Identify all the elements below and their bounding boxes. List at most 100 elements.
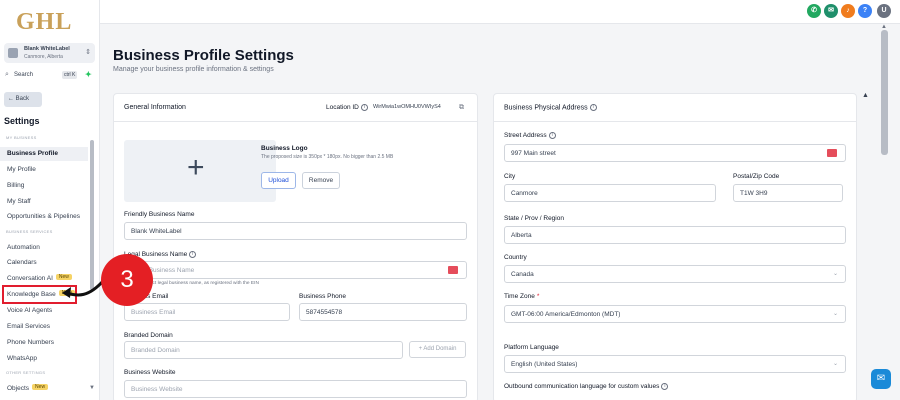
collapse-up-icon[interactable]: ▲ (862, 92, 869, 99)
info-icon[interactable]: i (589, 104, 597, 111)
business-phone-input[interactable]: 5874554578 (299, 303, 467, 321)
account-switcher[interactable]: Blank WhiteLabel Canmore, Alberta ⇕ (4, 43, 95, 63)
chevron-down-icon: ⌄ (832, 271, 838, 277)
sidebar-item-voice-ai-agents[interactable]: Voice AI Agents (0, 304, 88, 318)
card-header: General Information Location ID i WirMwia… (114, 94, 477, 122)
megaphone-icon[interactable]: ✉ (824, 4, 838, 18)
time-zone-label-text: Time Zone (504, 293, 535, 300)
main-scrollbar[interactable] (881, 30, 888, 155)
sidebar-item-label: Business Profile (7, 150, 58, 157)
country-select[interactable]: Canada ⌄ (504, 265, 846, 283)
time-zone-select[interactable]: GMT-06:00 America/Edmonton (MDT) ⌄ (504, 305, 846, 323)
section-label-services: BUSINESS SERVICES (6, 229, 53, 234)
business-email-input[interactable]: Business Email (124, 303, 290, 321)
sidebar-item-my-profile[interactable]: My Profile (0, 163, 88, 177)
general-info-title: General Information (124, 104, 186, 111)
street-address-input[interactable]: 997 Main street (504, 144, 846, 162)
sidebar-item-my-staff[interactable]: My Staff (0, 195, 88, 209)
city-label: City (504, 173, 516, 180)
add-domain-button[interactable]: + Add Domain (409, 341, 466, 358)
logo-upload-area[interactable]: + (124, 140, 276, 202)
business-logo-description: The proposed size is 350px * 180px. No b… (261, 154, 394, 160)
general-info-card: General Information Location ID i WirMwia… (113, 93, 478, 400)
settings-heading: Settings (4, 116, 40, 126)
building-icon (8, 48, 18, 58)
sidebar-item-phone-numbers[interactable]: Phone Numbers (0, 336, 88, 350)
sidebar-item-whatsapp[interactable]: WhatsApp (0, 352, 88, 366)
account-name: Blank WhiteLabel (24, 46, 70, 52)
card-header: Business Physical Address i (494, 94, 856, 122)
bell-icon[interactable]: ♪ (841, 4, 855, 18)
required-marker: * (536, 293, 540, 300)
platform-language-value: English (United States) (511, 361, 578, 368)
sidebar-item-email-services[interactable]: Email Services (0, 320, 88, 334)
sidebar-item-business-profile[interactable]: Business Profile (0, 147, 88, 161)
info-icon[interactable]: i (189, 251, 197, 258)
upload-button[interactable]: Upload (261, 172, 296, 189)
sidebar-item-calendars[interactable]: Calendars (0, 256, 88, 270)
new-badge: New (32, 384, 49, 390)
country-value: Canada (511, 271, 534, 278)
chat-widget-icon[interactable]: ✉ (871, 369, 891, 389)
state-input[interactable]: Alberta (504, 226, 846, 244)
legal-name-input[interactable]: Legal Business Name (124, 261, 467, 279)
friendly-name-input[interactable]: Blank WhiteLabel (124, 222, 467, 240)
postal-code-input[interactable]: T1W 3H9 (733, 184, 843, 202)
branded-domain-input[interactable]: Branded Domain (124, 341, 403, 359)
street-address-label: Street Address i (504, 132, 556, 139)
search-button[interactable]: ⌕ Search ctrl K (4, 70, 80, 82)
sidebar-item-label: Phone Numbers (7, 339, 54, 346)
sidebar-scrollbar[interactable] (90, 140, 94, 290)
sidebar: GHL Blank WhiteLabel Canmore, Alberta ⇕ … (0, 0, 100, 400)
location-id-label-text: Location ID (326, 104, 359, 112)
brand-logo[interactable]: GHL (16, 9, 72, 36)
chevron-updown-icon: ⇕ (85, 49, 91, 56)
business-website-label: Business Website (124, 369, 176, 376)
platform-language-label: Platform Language (504, 344, 559, 351)
info-icon[interactable]: i (360, 104, 368, 111)
sidebar-item-label: Billing (7, 182, 25, 189)
physical-address-title-text: Business Physical Address (504, 104, 588, 112)
avatar[interactable]: U (877, 4, 891, 18)
section-label-other: OTHER SETTINGS (6, 370, 46, 375)
business-logo-label: Business Logo (261, 145, 308, 152)
business-website-input[interactable]: Business Website (124, 380, 467, 398)
sidebar-item-billing[interactable]: Billing (0, 179, 88, 193)
help-icon[interactable]: ? (858, 4, 872, 18)
info-icon[interactable]: i (661, 383, 669, 390)
info-icon[interactable]: i (548, 132, 556, 139)
physical-address-card: Business Physical Address i Street Addres… (493, 93, 857, 400)
page-title: Business Profile Settings (113, 47, 294, 64)
branded-domain-label: Branded Domain (124, 332, 173, 339)
sidebar-item-label: My Profile (7, 166, 36, 173)
autofill-icon[interactable] (448, 266, 458, 274)
search-shortcut: ctrl K (62, 71, 78, 79)
plus-icon: + (187, 151, 205, 184)
outbound-language-label: Outbound communication language for cust… (504, 383, 669, 390)
postal-code-label: Postal/Zip Code (733, 173, 780, 180)
sidebar-item-objects[interactable]: Objects New (0, 382, 88, 396)
search-icon: ⌕ (5, 71, 9, 78)
top-bar: ✆ ✉ ♪ ? U (100, 0, 900, 24)
physical-address-title: Business Physical Address i (504, 104, 597, 111)
step-number-badge: 3 (101, 254, 153, 306)
autofill-icon[interactable] (827, 149, 837, 157)
time-zone-value: GMT-06:00 America/Edmonton (MDT) (511, 311, 621, 318)
sidebar-item-opportunities[interactable]: Opportunities & Pipelines (0, 210, 88, 224)
chevron-down-icon: ⌄ (832, 361, 838, 367)
remove-button[interactable]: Remove (302, 172, 340, 189)
search-label: Search (14, 72, 34, 78)
city-input[interactable]: Canmore (504, 184, 716, 202)
page-subtitle: Manage your business profile information… (113, 66, 274, 73)
location-id-label: Location ID i (326, 104, 368, 111)
quick-action-icon[interactable]: ✦ (85, 70, 92, 79)
platform-language-select[interactable]: English (United States) ⌄ (504, 355, 846, 373)
copy-icon[interactable]: ⧉ (459, 104, 464, 112)
back-button[interactable]: ← Back (4, 92, 42, 107)
time-zone-label: Time Zone * (504, 293, 539, 300)
account-location: Canmore, Alberta (24, 54, 63, 60)
section-label-business: MY BUSINESS (6, 135, 37, 140)
scroll-down-icon[interactable]: ▼ (89, 385, 95, 391)
phone-icon[interactable]: ✆ (807, 4, 821, 18)
sidebar-item-automation[interactable]: Automation (0, 241, 88, 255)
